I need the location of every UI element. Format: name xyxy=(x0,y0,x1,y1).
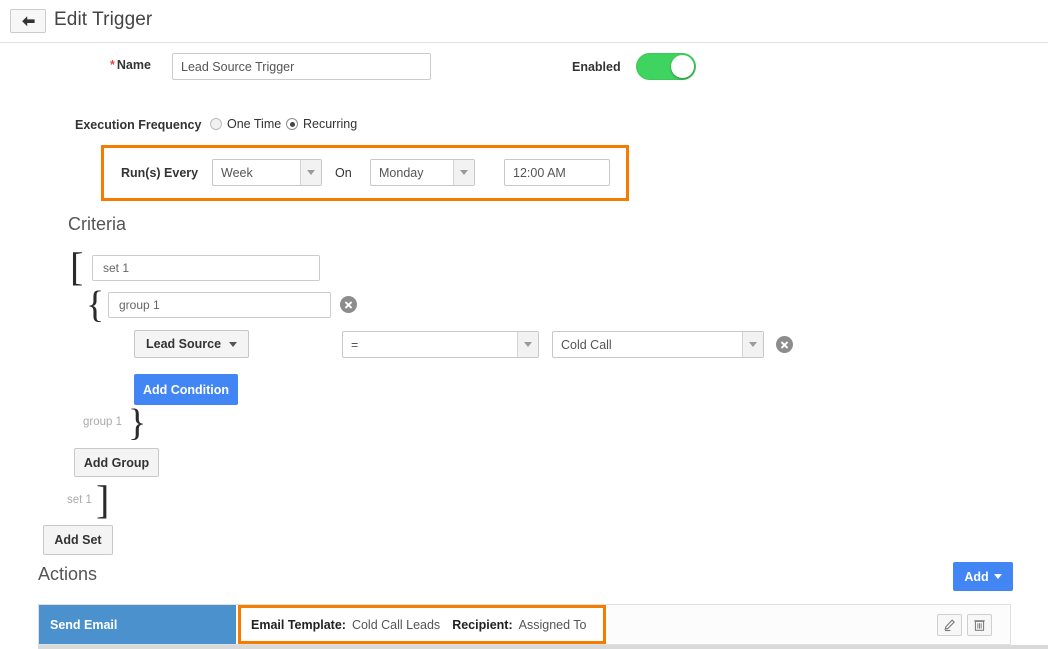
chevron-down-icon xyxy=(453,160,474,185)
radio-one-time-dot xyxy=(210,118,222,130)
email-template-value: Cold Call Leads xyxy=(351,617,441,632)
page-header: Edit Trigger xyxy=(0,0,1048,43)
add-set-label: Add Set xyxy=(54,533,102,547)
runs-every-label: Run(s) Every xyxy=(121,166,199,180)
pencil-icon[interactable] xyxy=(937,614,962,636)
radio-recurring-dot xyxy=(286,118,298,130)
enabled-toggle[interactable] xyxy=(636,53,696,80)
edit-trigger-page: Edit Trigger *Name Enabled Execution Fre… xyxy=(0,0,1048,649)
remove-group-icon[interactable] xyxy=(340,296,357,313)
chevron-down-icon xyxy=(517,332,538,357)
required-marker: * xyxy=(110,58,115,72)
action-type-label: Send Email xyxy=(39,605,236,644)
add-group-label: Add Group xyxy=(83,455,150,470)
name-input[interactable] xyxy=(172,53,431,80)
day-select-value: Monday xyxy=(379,165,424,180)
recipient-key: Recipient: xyxy=(452,617,513,632)
add-action-label: Add xyxy=(964,569,989,584)
chevron-down-icon xyxy=(229,341,238,347)
chevron-down-icon xyxy=(300,160,321,185)
page-title: Edit Trigger xyxy=(54,9,153,30)
chevron-down-icon xyxy=(742,332,763,357)
trash-icon[interactable] xyxy=(967,614,992,636)
interval-select[interactable]: Week xyxy=(212,159,322,186)
radio-recurring-label: Recurring xyxy=(303,117,358,131)
group-close-label: group 1 xyxy=(83,416,123,428)
condition-operator-select[interactable]: = xyxy=(342,331,539,358)
action-row: Send Email Email Template: Cold Call Lea… xyxy=(38,604,1011,645)
radio-one-time[interactable]: One Time xyxy=(210,117,281,131)
set-close-bracket: ] xyxy=(96,477,110,522)
trash-glyph xyxy=(974,620,985,631)
interval-select-value: Week xyxy=(221,165,253,180)
toggle-knob xyxy=(671,55,694,78)
remove-condition-icon[interactable] xyxy=(776,336,793,353)
radio-one-time-label: One Time xyxy=(227,117,282,131)
name-label-text: Name xyxy=(116,58,151,72)
add-group-button[interactable]: Add Group xyxy=(74,448,159,477)
add-condition-button[interactable]: Add Condition xyxy=(134,374,238,405)
set-open-bracket: [ xyxy=(70,244,84,289)
group-name-input[interactable] xyxy=(108,292,331,318)
name-label: * Name xyxy=(110,58,151,72)
condition-value-select[interactable]: Cold Call xyxy=(552,331,764,358)
chevron-down-icon xyxy=(993,574,1002,579)
add-condition-label: Add Condition xyxy=(142,382,230,397)
email-template-key: Email Template: xyxy=(251,617,346,632)
condition-field-label: Lead Source xyxy=(146,337,222,351)
group-open-brace: { xyxy=(86,284,105,326)
add-set-button[interactable]: Add Set xyxy=(43,525,113,555)
condition-operator-value: = xyxy=(351,337,359,352)
criteria-section-title: Criteria xyxy=(68,214,127,234)
add-action-button[interactable]: Add xyxy=(953,562,1013,591)
set-close-label: set 1 xyxy=(67,494,92,506)
time-input[interactable] xyxy=(504,159,610,186)
recipient-value: Assigned To xyxy=(518,617,587,632)
condition-value-text: Cold Call xyxy=(561,337,612,352)
group-close-brace: } xyxy=(128,402,147,444)
day-select[interactable]: Monday xyxy=(370,159,475,186)
on-label: On xyxy=(335,166,352,180)
execution-frequency-label: Execution Frequency xyxy=(75,118,202,132)
bottom-strip-gap xyxy=(0,645,38,649)
action-detail-highlight: Email Template: Cold Call Leads Recipien… xyxy=(238,605,606,644)
radio-recurring[interactable]: Recurring xyxy=(286,117,357,131)
back-arrow-icon[interactable] xyxy=(10,9,46,33)
pencil-glyph xyxy=(944,618,955,631)
set-name-input[interactable] xyxy=(92,255,320,281)
actions-section-title: Actions xyxy=(38,564,98,584)
condition-field-select[interactable]: Lead Source xyxy=(134,330,250,358)
bottom-strip xyxy=(0,645,1048,649)
back-arrow-glyph xyxy=(21,15,35,26)
enabled-label: Enabled xyxy=(572,60,621,74)
